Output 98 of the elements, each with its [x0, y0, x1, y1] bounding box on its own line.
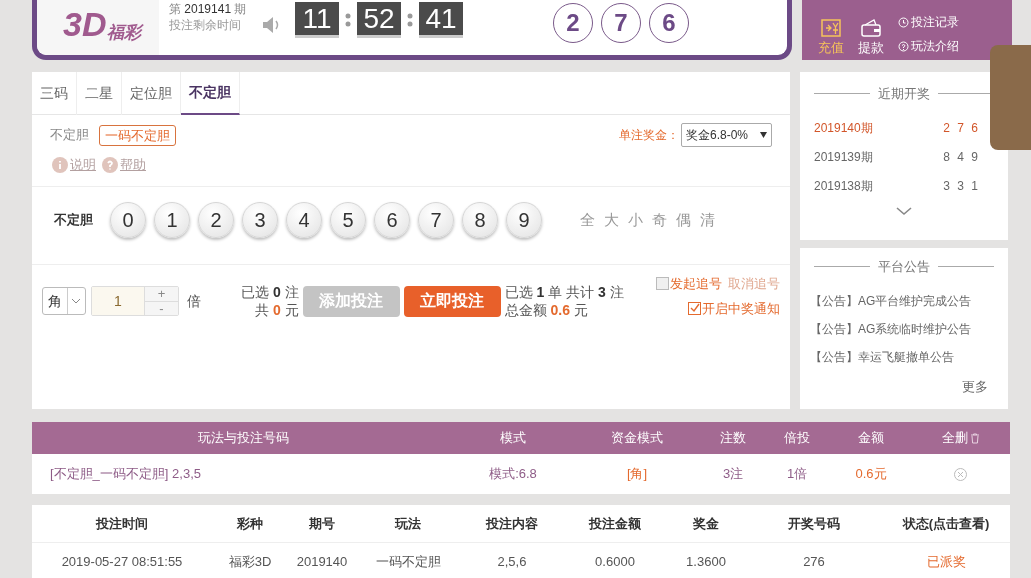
chevron-down-icon: [71, 298, 81, 304]
chevron-down-icon[interactable]: [896, 206, 912, 216]
chase-option-label: 发起追号: [670, 275, 722, 293]
table-cell-text: 福彩3D: [227, 553, 273, 572]
table-cell-text: 0.6000: [594, 553, 636, 572]
draw-numbers: 2 7 6: [943, 120, 980, 137]
column-header: 开奖号码: [787, 514, 841, 533]
info-icon: [52, 157, 68, 173]
tab[interactable]: 三码: [32, 72, 77, 115]
increment-button[interactable]: +: [145, 287, 178, 302]
column-header: 倍投: [784, 429, 810, 448]
column-header: 彩种: [236, 514, 264, 533]
account-link[interactable]: 投注记录: [898, 13, 959, 31]
table-cell-text: 1.3600: [685, 553, 727, 572]
draw-numbers: 3 3 1: [943, 178, 980, 195]
column-header: 状态(点击查看): [901, 514, 991, 533]
column-header: 模式: [500, 429, 526, 448]
announcement-link[interactable]: 【公告】AG系统临时维护公告: [810, 314, 994, 343]
logo: 3D福彩: [37, 0, 159, 55]
table-cell-text: 3注: [721, 465, 745, 484]
multiplier-field[interactable]: 1: [92, 287, 144, 315]
total-amount: 总金额 0.6 元: [504, 301, 589, 319]
column-header: 奖金: [692, 514, 720, 533]
info-link[interactable]: 说明: [52, 155, 96, 175]
column-header: 投注内容: [484, 514, 539, 533]
table-cell-text: 1倍: [785, 465, 809, 484]
prize-label: 单注奖金：: [619, 127, 679, 144]
notify-option-label: 开启中奖通知: [702, 299, 780, 318]
table-cell-text: 2,5,6: [496, 553, 528, 572]
yen-card-icon: [821, 18, 841, 37]
submit-bet-button[interactable]: 立即投注: [403, 285, 501, 317]
tab[interactable]: 定位胆: [122, 72, 181, 115]
quick-pick-button[interactable]: 小: [628, 208, 643, 232]
info-link[interactable]: 帮助: [102, 155, 146, 175]
subtype-label: 不定胆: [50, 126, 89, 145]
quick-pick-button[interactable]: 偶: [676, 208, 691, 232]
draw-issue: 2019138期: [814, 178, 873, 195]
wallet-icon: [861, 18, 881, 37]
ball-row-label: 不定胆: [54, 211, 94, 230]
timer-digits: 52: [357, 1, 401, 38]
checkbox[interactable]: [656, 277, 669, 291]
subtype-option[interactable]: 一码不定胆: [99, 124, 176, 146]
table-cell-text: 2019140: [295, 553, 349, 572]
order-summary: 已选 1 单 共计 3 注: [504, 283, 624, 301]
timer-digits: 11: [295, 1, 339, 38]
column-header: 注数: [720, 429, 746, 448]
table-cell-text: 一码不定胆: [374, 553, 442, 572]
prize-select[interactable]: 奖金6.8-0%: [681, 123, 772, 147]
table-cell-text: 2019-05-27 08:51:55: [60, 553, 184, 572]
account-action-button[interactable]: 提款: [858, 18, 884, 57]
status-link[interactable]: 已派奖: [882, 552, 1010, 572]
announcement-link[interactable]: 【公告】AG平台维护完成公告: [810, 286, 994, 315]
column-header[interactable]: 全删: [941, 428, 968, 448]
table-cell-text: 276: [802, 553, 826, 572]
table-cell-text: [角]: [625, 465, 649, 484]
table-cell-text: 模式:6.8: [488, 465, 538, 484]
clock-icon: [898, 16, 909, 28]
issue-label: 第 2019141 期: [169, 3, 248, 16]
account-link[interactable]: 玩法介绍: [898, 37, 959, 55]
tab[interactable]: 二星: [77, 72, 122, 115]
column-header: 玩法与投注号码: [198, 429, 289, 448]
draw-issue: 2019139期: [814, 149, 873, 166]
announcement-link[interactable]: 【公告】幸运飞艇撤单公告: [810, 342, 994, 371]
column-header: 投注时间: [94, 514, 149, 533]
quick-pick-button[interactable]: 全: [580, 208, 595, 232]
decrement-button[interactable]: -: [145, 302, 178, 315]
checkbox[interactable]: [688, 301, 701, 315]
selected-total: 共 0 元: [255, 301, 299, 319]
trash-icon[interactable]: [969, 432, 980, 444]
help-icon: [102, 157, 118, 173]
table-cell-text: 0.6元: [854, 465, 888, 484]
quick-pick-button[interactable]: 大: [604, 208, 619, 232]
colon-icon: [407, 11, 413, 28]
column-header: 玩法: [393, 514, 422, 533]
column-header: 期号: [308, 514, 336, 533]
column-header: 投注金额: [587, 514, 642, 533]
column-header: 资金模式: [611, 429, 663, 448]
card-title: 近期开奖: [878, 85, 930, 103]
more-link[interactable]: 更多: [962, 376, 988, 396]
quick-pick-button[interactable]: 奇: [652, 208, 667, 232]
column-header: 金额: [858, 429, 884, 448]
countdown-label: 投注剩余时间: [169, 17, 242, 34]
table-cell-text: [不定胆_一码不定胆] 2,3,5: [49, 465, 202, 484]
dropdown-icon: [760, 132, 767, 138]
account-action-button[interactable]: 充值: [818, 18, 844, 57]
timer-digits: 41: [419, 1, 463, 38]
selected-count: 已选 0 注: [241, 283, 299, 301]
draw-issue: 2019140期: [814, 120, 873, 137]
close-icon[interactable]: [954, 467, 967, 481]
draw-numbers: 8 4 9: [943, 149, 980, 166]
unit-select[interactable]: 角: [42, 287, 86, 315]
colon-icon: [345, 11, 351, 28]
help-icon: [898, 40, 909, 52]
check-icon: [689, 303, 700, 314]
quick-pick-button[interactable]: 清: [700, 208, 715, 232]
tab[interactable]: 不定胆: [181, 72, 240, 115]
multiplier-unit: 倍: [187, 291, 201, 311]
card-title: 平台公告: [878, 258, 930, 276]
